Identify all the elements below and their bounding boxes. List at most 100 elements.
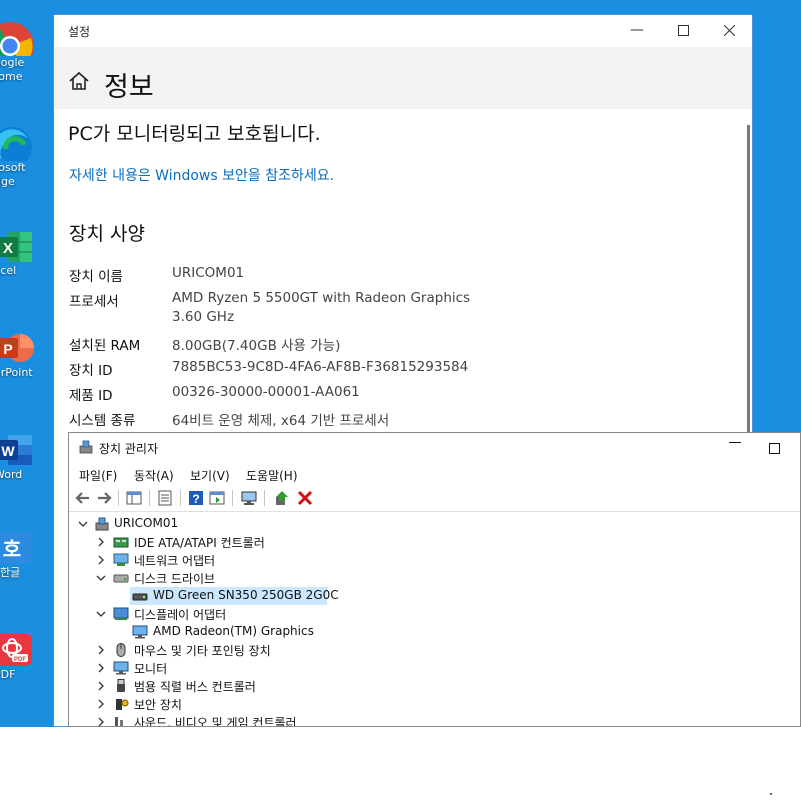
tree-node-label: 네트워크 어댑터 xyxy=(134,554,216,568)
mouse-icon xyxy=(116,643,126,657)
minimize-button[interactable]: — xyxy=(725,435,745,455)
settings-titlebar[interactable]: 설정 — xyxy=(54,15,752,47)
ide-controller-icon xyxy=(113,537,129,548)
desktop-icon-label: erPoint xyxy=(0,366,33,379)
spec-value-system-type: 64비트 운영 체제, x64 기반 프로세서 xyxy=(172,413,390,429)
back-arrow-icon[interactable] xyxy=(75,490,91,506)
chevron-down-icon[interactable] xyxy=(96,573,106,583)
svg-text:W: W xyxy=(1,443,15,459)
device-manager-title: 장치 관리자 xyxy=(99,442,159,456)
menu-action[interactable]: 동작(A) xyxy=(134,467,174,484)
chevron-right-icon[interactable] xyxy=(96,555,106,565)
maximize-button[interactable] xyxy=(769,439,780,458)
toolbar: ? xyxy=(69,485,800,512)
spec-value-device-name: URICOM01 xyxy=(172,265,245,281)
scan-hardware-icon[interactable] xyxy=(241,490,257,506)
tree-node-monitors[interactable]: 모니터 xyxy=(69,659,469,677)
tree-node-sound[interactable]: 사운드, 비디오 및 게임 컨트롤러 xyxy=(69,713,469,727)
stray-pixel xyxy=(770,793,772,795)
computer-icon xyxy=(95,517,109,531)
spec-label-processor: 프로세서 xyxy=(69,294,119,310)
spec-label-product-id: 제품 ID xyxy=(69,388,113,404)
windows-security-link[interactable]: 자세한 내용은 Windows 보안을 참조하세요. xyxy=(69,165,334,185)
tree-node-label: IDE ATA/ATAPI 컨트롤러 xyxy=(134,536,265,550)
sound-icon xyxy=(115,717,123,726)
uninstall-device-icon[interactable] xyxy=(297,490,313,506)
hangul-icon: 호 xyxy=(0,532,32,564)
forward-arrow-icon[interactable] xyxy=(96,490,112,506)
tree-node-label: 사운드, 비디오 및 게임 컨트롤러 xyxy=(134,716,297,727)
desktop-icon-label: rosoft xyxy=(0,161,26,174)
minimize-button[interactable]: — xyxy=(614,15,660,47)
close-icon xyxy=(723,24,735,37)
settings-header: 정보 xyxy=(54,47,752,109)
spec-value-processor: AMD Ryzen 5 5500GT with Radeon Graphics xyxy=(172,290,471,306)
page-title: 정보 xyxy=(104,72,154,103)
desktop-icon-label: dge xyxy=(0,175,15,188)
desktop-icon-word[interactable]: W Word xyxy=(0,432,44,482)
update-driver-icon[interactable] xyxy=(274,490,290,506)
desktop-icon-pdf[interactable]: PDF PDF xyxy=(0,632,44,682)
desktop-icon-excel[interactable]: X xcel xyxy=(0,228,44,278)
tree-node-mouse[interactable]: 마우스 및 기타 포인팅 장치 xyxy=(69,641,469,659)
device-manager-icon xyxy=(79,440,93,454)
spec-label-system-type: 시스템 종류 xyxy=(69,413,136,429)
action-pane-icon[interactable] xyxy=(209,490,225,506)
help-icon[interactable]: ? xyxy=(188,490,204,506)
desktop-icon-chrome[interactable]: oogle rome xyxy=(0,20,44,84)
close-button[interactable] xyxy=(706,15,752,47)
chevron-right-icon[interactable] xyxy=(96,663,106,673)
chevron-down-icon[interactable] xyxy=(96,609,106,619)
disk-icon xyxy=(132,593,148,601)
desktop-icon-hangul[interactable]: 호 한글 xyxy=(0,530,44,580)
spec-label-device-id: 장치 ID xyxy=(69,363,113,379)
tree-node-wd-green[interactable]: WD Green SN350 250GB 2G0C xyxy=(130,587,339,605)
monitor-icon xyxy=(113,661,129,675)
desktop-icon-powerpoint[interactable]: P erPoint xyxy=(0,330,44,380)
tree-node-amd-radeon[interactable]: AMD Radeon(TM) Graphics xyxy=(130,623,380,641)
tree-node-ide[interactable]: IDE ATA/ATAPI 컨트롤러 xyxy=(69,533,469,551)
chevron-right-icon[interactable] xyxy=(96,681,106,691)
properties-icon[interactable] xyxy=(157,490,173,506)
maximize-button[interactable] xyxy=(660,15,706,47)
home-icon[interactable] xyxy=(68,71,90,91)
tree-node-display-adapters[interactable]: 디스플레이 어댑터 xyxy=(69,605,469,623)
tree-root-label: URICOM01 xyxy=(114,516,179,530)
chevron-down-icon[interactable] xyxy=(78,519,88,529)
disk-drive-icon xyxy=(113,574,129,583)
menu-file[interactable]: 파일(F) xyxy=(79,467,117,484)
desktop-icon-label: oogle xyxy=(0,56,25,69)
desktop-icon-label: 한글 xyxy=(0,566,21,579)
chevron-right-icon[interactable] xyxy=(96,699,106,709)
chevron-right-icon[interactable] xyxy=(96,645,106,655)
pdf-icon: PDF xyxy=(0,634,32,666)
svg-text:P: P xyxy=(3,341,12,357)
display-adapter-icon xyxy=(113,607,129,620)
spec-label-ram: 설치된 RAM xyxy=(69,338,141,354)
menu-help[interactable]: 도움말(H) xyxy=(246,467,298,484)
powerpoint-icon: P xyxy=(0,334,34,362)
tree-node-label: AMD Radeon(TM) Graphics xyxy=(153,624,314,638)
tree-node-usb[interactable]: 범용 직렬 버스 컨트롤러 xyxy=(69,677,469,695)
menu-view[interactable]: 보기(V) xyxy=(190,467,230,484)
chevron-right-icon[interactable] xyxy=(96,717,106,727)
tree-root[interactable]: URICOM01 xyxy=(69,515,369,533)
tree-node-label: 마우스 및 기타 포인팅 장치 xyxy=(134,644,271,658)
chrome-icon xyxy=(0,22,34,56)
desktop-icon-edge[interactable]: rosoft dge xyxy=(0,125,44,189)
chevron-right-icon[interactable] xyxy=(96,537,106,547)
device-manager-titlebar[interactable]: 장치 관리자 — xyxy=(69,433,800,461)
tree-node-disk-drives[interactable]: 디스크 드라이브 xyxy=(69,569,469,587)
monitor-icon xyxy=(132,625,148,639)
tree-node-security[interactable]: 보안 장치 xyxy=(69,695,469,713)
network-adapter-icon xyxy=(113,553,129,566)
tree-node-label: 디스플레이 어댑터 xyxy=(134,608,227,622)
svg-text:PDF: PDF xyxy=(14,657,26,663)
desktop-icon-label: rome xyxy=(0,70,23,83)
tree-node-label: 범용 직렬 버스 컨트롤러 xyxy=(134,680,256,694)
show-hide-console-icon[interactable] xyxy=(126,490,142,506)
spec-value-product-id: 00326-30000-00001-AA061 xyxy=(172,384,360,400)
svg-text:호: 호 xyxy=(3,537,21,561)
tree-node-network[interactable]: 네트워크 어댑터 xyxy=(69,551,469,569)
security-device-icon xyxy=(116,699,129,710)
